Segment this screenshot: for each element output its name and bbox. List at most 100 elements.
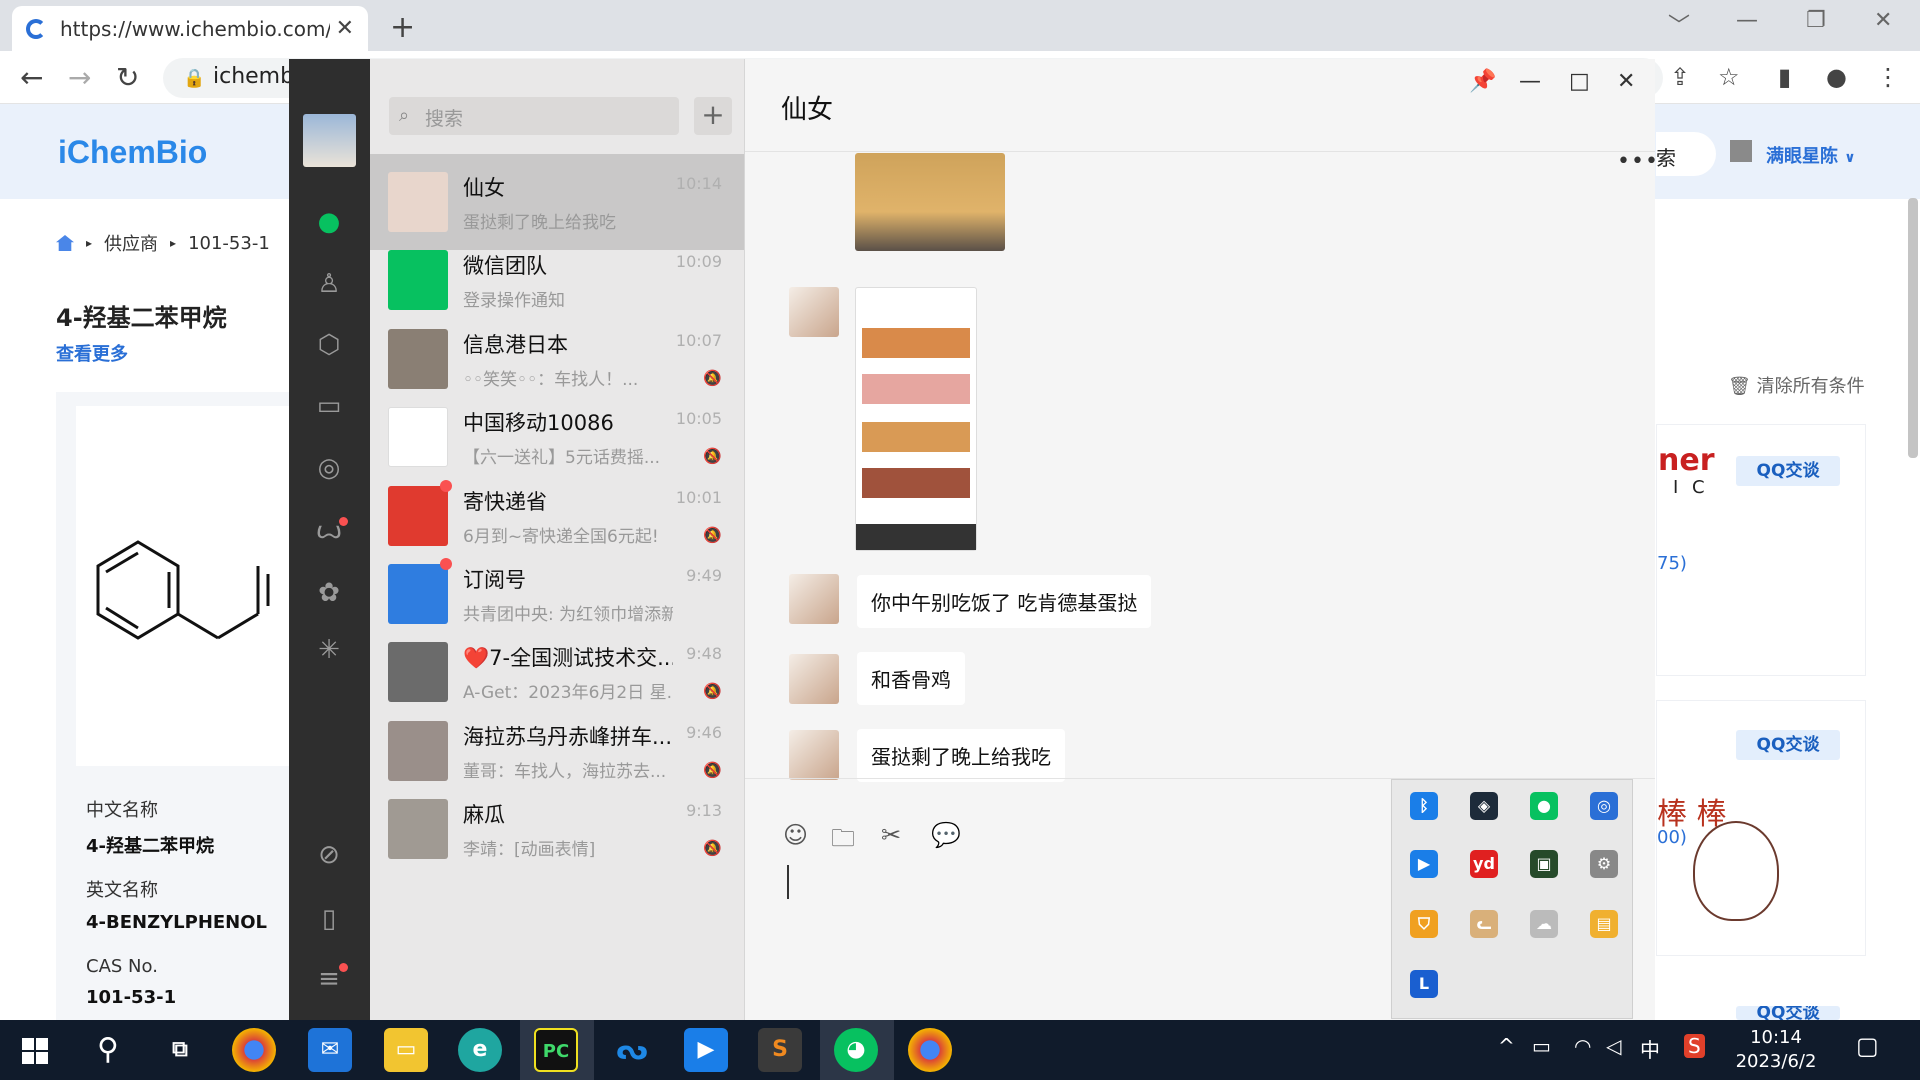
screenshot-scissors-icon[interactable]: ✂ <box>881 821 901 849</box>
wechat-maximize-button[interactable]: □ <box>1569 69 1590 94</box>
wechat-tray-icon[interactable]: ● <box>1530 792 1558 820</box>
chat-name: 麻瓜 <box>463 803 505 827</box>
new-tab-button[interactable]: + <box>390 10 415 45</box>
tab-close-icon[interactable]: ✕ <box>336 16 354 41</box>
pin-icon[interactable]: 📌 <box>1469 69 1496 94</box>
chat-info-more-icon[interactable]: ••• <box>1617 149 1659 174</box>
bookmark-star-icon[interactable]: ☆ <box>1718 63 1740 91</box>
image-message-order-screenshot[interactable] <box>855 287 977 551</box>
favorites-icon[interactable]: ⬡ <box>313 329 345 361</box>
wechat-minimize-button[interactable]: — <box>1519 69 1541 94</box>
user-menu[interactable]: 满眼星陈 ∨ <box>1766 142 1856 168</box>
user-avatar[interactable] <box>1730 140 1752 162</box>
mini-program-icon[interactable]: ✿ <box>313 577 345 609</box>
text-message[interactable]: 和香骨鸡 <box>857 652 965 705</box>
supplier-count[interactable]: 75) <box>1657 553 1687 574</box>
workflow-app-icon[interactable]: ᔓ <box>610 1028 654 1072</box>
chrome-icon[interactable] <box>232 1028 276 1072</box>
home-icon[interactable] <box>56 235 74 251</box>
chats-icon[interactable]: ● <box>313 206 345 238</box>
ime-indicator[interactable]: 中 <box>1640 1034 1660 1063</box>
browser-tray-icon[interactable]: ◎ <box>1590 792 1618 820</box>
sync-tray-icon[interactable]: ⚙ <box>1590 850 1618 878</box>
moments-icon[interactable]: ◎ <box>313 452 345 484</box>
chrome-icon[interactable] <box>908 1028 952 1072</box>
edge-icon[interactable]: e <box>458 1028 502 1072</box>
contact-avatar[interactable] <box>789 654 839 704</box>
share-icon[interactable]: ⇪ <box>1670 63 1690 91</box>
feishu-tray-icon[interactable]: ▶ <box>1410 850 1438 878</box>
youdao-tray-icon[interactable]: yd <box>1470 850 1498 878</box>
browser-tab[interactable]: https://www.ichembio.com/su ✕ <box>12 6 368 51</box>
new-chat-button[interactable]: + <box>694 97 732 135</box>
structure-image <box>76 406 296 766</box>
side-panel-icon[interactable]: ▮ <box>1778 63 1791 91</box>
clear-all-filters[interactable]: 🗑 清除所有条件 <box>1728 372 1865 398</box>
contacts-icon[interactable]: ♙ <box>313 268 345 300</box>
sticker-image <box>1693 821 1779 921</box>
chat-time: 10:01 <box>675 488 722 507</box>
chat-preview: 董哥：车找人，海拉苏去... <box>463 762 667 782</box>
tab-search-icon[interactable]: ﹀ <box>1668 8 1690 40</box>
image-message-bear[interactable] <box>855 153 1005 251</box>
site-logo[interactable]: iChemBio <box>58 134 207 171</box>
search-icon[interactable]: ⚲ <box>86 1028 130 1072</box>
files-folder-icon[interactable]: ▭ <box>313 390 345 422</box>
emoji-icon[interactable]: ☺ <box>783 821 808 849</box>
contact-avatar[interactable] <box>789 574 839 624</box>
qq-chat-button[interactable]: QQ交谈 <box>1736 456 1840 486</box>
send-file-icon[interactable]: 🗀 <box>831 821 855 862</box>
windows-start-icon[interactable] <box>22 1038 48 1064</box>
profile-icon[interactable]: ● <box>1826 63 1847 91</box>
breadcrumb-item[interactable]: 供应商 <box>104 230 158 256</box>
chat-list-item[interactable]: 麻瓜 李靖：[动画表情] 9:13 🔕 <box>370 781 744 877</box>
taskbar-clock[interactable]: 10:14 2023/6/2 <box>1726 1026 1826 1074</box>
page-scrollbar[interactable] <box>1908 198 1918 458</box>
mail-icon[interactable]: ✉ <box>308 1028 352 1072</box>
back-arrow-icon[interactable]: ← <box>20 61 43 94</box>
wechat-close-button[interactable]: ✕ <box>1617 69 1635 94</box>
qq-chat-button[interactable]: QQ交谈 <box>1736 1006 1840 1020</box>
text-message[interactable]: 蛋挞剩了晚上给我吃 <box>857 729 1065 782</box>
security-shield-icon[interactable]: ◈ <box>1470 792 1498 820</box>
mini-program-panel-icon[interactable]: ⊘ <box>313 839 345 871</box>
search-placeholder: 搜索 <box>425 108 464 130</box>
lenovo-tray-icon[interactable]: L <box>1410 970 1438 998</box>
wechat-taskbar-icon[interactable]: ◕ <box>834 1028 878 1072</box>
chat-history-icon[interactable]: 💬 <box>931 821 961 849</box>
site-search-button[interactable]: 索 <box>1656 132 1716 176</box>
bluetooth-icon[interactable]: ᛒ <box>1410 792 1438 820</box>
window-restore-button[interactable]: ❐ <box>1806 8 1826 33</box>
menu-dots-icon[interactable]: ⋮ <box>1876 63 1900 91</box>
notification-center-icon[interactable]: ▢ <box>1856 1032 1879 1060</box>
search-feature-icon[interactable]: ✳ <box>313 634 345 666</box>
my-avatar[interactable] <box>303 114 356 167</box>
cat-tray-icon[interactable]: ᓚ <box>1470 910 1498 938</box>
contact-avatar[interactable] <box>789 730 839 780</box>
message-input-caret[interactable] <box>787 865 789 899</box>
pycharm-icon[interactable]: PC <box>534 1028 578 1072</box>
wifi-icon[interactable]: ◠ <box>1574 1034 1591 1058</box>
window-close-button[interactable]: ✕ <box>1874 8 1892 33</box>
nvidia-tray-icon[interactable]: ▣ <box>1530 850 1558 878</box>
shield-tray-icon[interactable]: ⛉ <box>1410 910 1438 938</box>
forward-arrow-icon[interactable]: → <box>68 61 91 94</box>
sublime-text-icon[interactable]: S <box>758 1028 802 1072</box>
battery-icon[interactable]: ▭ <box>1532 1034 1551 1058</box>
task-view-icon[interactable]: ⧉ <box>158 1028 202 1072</box>
tray-expand-chevron-icon[interactable]: ^ <box>1498 1034 1515 1058</box>
folder-tray-icon[interactable]: ▤ <box>1590 910 1618 938</box>
cloud-tray-icon[interactable]: ☁ <box>1530 910 1558 938</box>
qq-chat-button[interactable]: QQ交谈 <box>1736 730 1840 760</box>
chat-search-input[interactable]: ⌕ 搜索 <box>389 97 679 135</box>
window-minimize-button[interactable]: — <box>1736 8 1758 33</box>
contact-avatar[interactable] <box>789 287 839 337</box>
text-message[interactable]: 你中午别吃饭了 吃肯德基蛋挞 <box>857 575 1152 628</box>
feishu-icon[interactable]: ▶ <box>684 1028 728 1072</box>
file-explorer-icon[interactable]: ▭ <box>384 1028 428 1072</box>
see-more-link[interactable]: 查看更多 <box>56 340 128 366</box>
reload-icon[interactable]: ↻ <box>116 61 139 94</box>
sogou-ime-icon[interactable]: S <box>1684 1034 1705 1058</box>
volume-icon[interactable]: ◁ <box>1606 1034 1621 1058</box>
phone-icon[interactable]: ▯ <box>313 903 345 935</box>
